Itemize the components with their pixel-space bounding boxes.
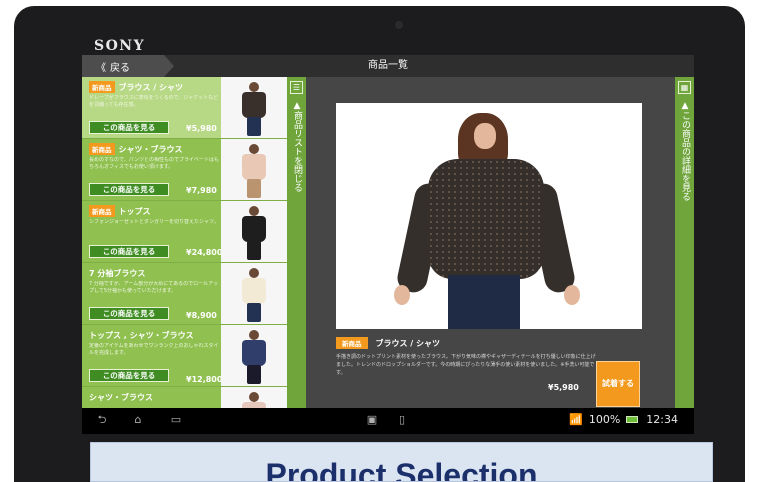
- list-item[interactable]: トップス , シャツ・ブラウス 定番のアイテムをあわせでワンランク上のおしゃれス…: [82, 325, 287, 387]
- battery-icon: [626, 416, 639, 423]
- product-title: 7 分袖ブラウス: [89, 268, 146, 278]
- new-badge: 新商品: [89, 143, 115, 155]
- signal-icon: 📶: [569, 413, 583, 426]
- status-area: 📶 100% 12:34: [569, 413, 678, 426]
- product-thumbnail[interactable]: [221, 387, 287, 408]
- product-thumbnail[interactable]: [221, 325, 287, 386]
- view-details-bar[interactable]: ▦ ▲この商品の詳細を見る: [675, 77, 694, 408]
- list-item[interactable]: 新商品 ブラウス / シャツ ドレープがブラウスに表情をつくるので、ジャケットな…: [82, 77, 287, 139]
- tablet-screen: 商品一覧 《 戻る 新商品 ブラウス / シャツ ドレープがブラウスに表情をつく…: [82, 55, 694, 434]
- product-detail-pane: 新商品 ブラウス / シャツ 手描き調のドットプリント素材を使ったブラウス。下が…: [306, 77, 675, 408]
- camera-icon: [395, 21, 403, 29]
- list-item[interactable]: 新商品 トップス シフォンジョーゼットとダンガリーを切り替えたシャツ。 この商品…: [82, 201, 287, 263]
- back-button[interactable]: 《 戻る: [82, 55, 174, 77]
- brand-logo: SONY: [94, 38, 146, 54]
- product-title: シャツ・ブラウス: [89, 392, 153, 402]
- collapse-list-bar[interactable]: ☰ ▲商品リストを閉じる: [287, 77, 306, 408]
- product-price: ¥8,900: [186, 311, 217, 320]
- back-label: 戻る: [110, 62, 130, 74]
- product-description: 7 分袖ですが、アーム部分が大めにてあるのでロールアップして5分袖かも使っていた…: [89, 281, 219, 294]
- selected-product-title: ブラウス / シャツ: [375, 338, 441, 348]
- home-nav-icon[interactable]: ⌂: [130, 413, 146, 427]
- product-description: 定番のアイテムをあわせでワンランク上のおしゃれスタイルを完成します。: [89, 343, 219, 356]
- new-badge: 新商品: [336, 337, 368, 349]
- system-nav-bar: ⮌ ⌂ ▭ ▣ ▯ 📶 100% 12:34: [82, 408, 694, 434]
- new-badge: 新商品: [89, 81, 115, 93]
- app-header: 商品一覧 《 戻る: [82, 55, 694, 77]
- product-price: ¥12,800: [186, 375, 223, 384]
- product-thumbnail[interactable]: [221, 263, 287, 324]
- view-product-button[interactable]: この商品を見る: [89, 183, 169, 196]
- collapse-list-label: 商品リストを閉じる: [292, 111, 302, 192]
- small-apps-icon[interactable]: ▣: [364, 413, 380, 427]
- view-product-button[interactable]: この商品を見る: [89, 245, 169, 258]
- battery-level: 100%: [588, 413, 621, 426]
- product-photo: [336, 103, 642, 329]
- product-thumbnail[interactable]: [221, 77, 287, 138]
- new-badge: 新商品: [89, 205, 115, 217]
- list-item[interactable]: 7 分袖ブラウス 7 分袖ですが、アーム部分が大めにてあるのでロールアップして5…: [82, 263, 287, 325]
- product-title: シャツ・ブラウス: [118, 144, 183, 154]
- selected-product-description: 手描き調のドットプリント素材を使ったブラウス。下がり気味の襟やギャザーディテール…: [336, 354, 596, 376]
- arrow-up-icon: ▲: [292, 101, 302, 111]
- product-thumbnail[interactable]: [221, 201, 287, 262]
- list-item[interactable]: シャツ・ブラウス: [82, 387, 287, 408]
- caption-text: Product Selection: [265, 457, 538, 482]
- product-description: ドレープがブラウスに表情をつくるので、ジャケットなどを羽織っても存在感。: [89, 95, 219, 108]
- selected-product-price: ¥5,980: [548, 383, 579, 392]
- view-details-label: この商品の詳細を見る: [680, 111, 690, 201]
- menu-icon: ☰: [290, 81, 303, 94]
- product-description: シフォンジョーゼットとダンガリーを切り替えたシャツ。: [89, 219, 219, 225]
- recent-apps-icon[interactable]: ▭: [168, 413, 184, 427]
- product-price: ¥24,800: [186, 248, 223, 257]
- product-price: ¥5,980: [186, 124, 217, 133]
- product-title: トップス , シャツ・ブラウス: [89, 330, 194, 340]
- product-price: ¥7,980: [186, 186, 217, 195]
- view-product-button[interactable]: この商品を見る: [89, 307, 169, 320]
- back-nav-icon[interactable]: ⮌: [94, 413, 110, 427]
- product-title: トップス: [118, 206, 151, 216]
- caption-banner: Product Selection: [90, 442, 713, 482]
- product-title: ブラウス / シャツ: [118, 82, 184, 92]
- view-product-button[interactable]: この商品を見る: [89, 121, 169, 134]
- product-description: 長めのすなので、パンツとの相性ものでプライベートはもちろんオフィスでもお使い頂け…: [89, 157, 219, 170]
- arrow-up-icon: ▲: [680, 101, 690, 111]
- grid-icon: ▦: [678, 81, 691, 94]
- view-product-button[interactable]: この商品を見る: [89, 369, 169, 382]
- try-on-button[interactable]: 試着する: [596, 361, 640, 407]
- clock: 12:34: [646, 413, 678, 426]
- device-icon[interactable]: ▯: [394, 413, 410, 427]
- chevron-left-icon: 《: [96, 62, 106, 74]
- product-thumbnail[interactable]: [221, 139, 287, 200]
- list-item[interactable]: 新商品 シャツ・ブラウス 長めのすなので、パンツとの相性ものでプライベートはもち…: [82, 139, 287, 201]
- product-list: 新商品 ブラウス / シャツ ドレープがブラウスに表情をつくるので、ジャケットな…: [82, 77, 287, 408]
